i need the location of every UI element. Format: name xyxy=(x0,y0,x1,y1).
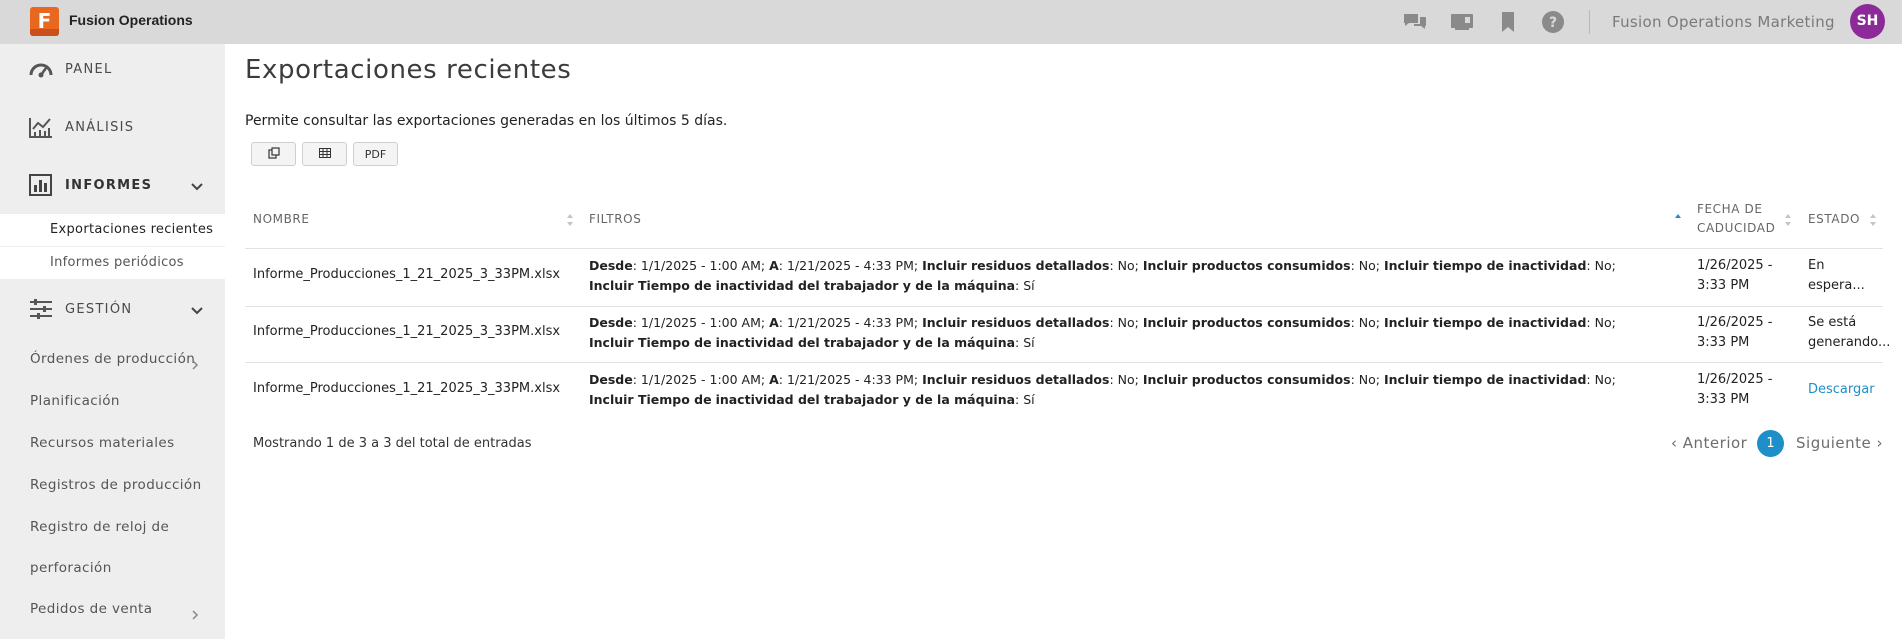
pagination-page-1[interactable]: 1 xyxy=(1757,430,1784,457)
chevron-left-icon: ‹ xyxy=(1671,434,1678,452)
pagination-next[interactable]: Siguiente › xyxy=(1796,434,1883,452)
sliders-icon xyxy=(28,297,54,321)
chevron-down-icon[interactable] xyxy=(190,179,204,193)
sort-icon[interactable] xyxy=(1869,212,1877,226)
organization-name[interactable]: Fusion Operations Marketing xyxy=(1612,13,1835,31)
sidebar-item-informes[interactable]: INFORMES xyxy=(0,160,225,212)
expiry-date: 1/26/2025 - 3:33 PM xyxy=(1697,315,1773,350)
status-text: Se está generando... xyxy=(1808,315,1891,350)
page-description: Permite consultar las exportaciones gene… xyxy=(245,113,728,129)
sidebar-item-exportaciones-recientes[interactable]: Exportaciones recientes xyxy=(0,214,225,246)
table-divider xyxy=(245,248,1883,249)
fusion-logo[interactable]: F xyxy=(30,7,59,36)
chevron-right-icon xyxy=(190,605,200,620)
file-name: Informe_Producciones_1_21_2025_3_33PM.xl… xyxy=(253,324,561,339)
sidebar-item-label: GESTIÓN xyxy=(65,302,133,317)
copy-button[interactable] xyxy=(251,142,296,166)
sidebar-item-gestion[interactable]: GESTIÓN xyxy=(0,284,225,336)
app-name: Fusion Operations xyxy=(69,12,193,28)
sort-icon[interactable] xyxy=(566,212,574,226)
status-text: En espera... xyxy=(1808,258,1865,293)
table-divider xyxy=(245,362,1883,363)
sidebar-item-recursos-materiales[interactable]: Recursos materiales xyxy=(30,435,175,451)
report-chart-icon xyxy=(28,173,54,197)
sort-asc-icon[interactable] xyxy=(1674,212,1682,226)
sidebar-item-informes-periodicos[interactable]: Informes periódicos xyxy=(0,247,225,279)
chevron-right-icon: › xyxy=(1876,434,1884,452)
sidebar-item-label: INFORMES xyxy=(65,178,153,193)
chevron-down-icon[interactable] xyxy=(190,303,204,317)
expiry-date: 1/26/2025 - 3:33 PM xyxy=(1697,372,1773,407)
column-header-filters[interactable]: FILTROS xyxy=(589,210,641,229)
table-divider xyxy=(245,306,1883,307)
sidebar-item-label: ANÁLISIS xyxy=(65,120,135,135)
presentation-icon[interactable] xyxy=(1450,10,1474,34)
excel-button[interactable] xyxy=(302,142,347,166)
copy-icon xyxy=(267,146,280,162)
gauge-icon xyxy=(28,57,54,81)
filters-text: Desde: 1/1/2025 - 1:00 AM; A: 1/21/2025 … xyxy=(589,372,1616,407)
chevron-right-icon xyxy=(190,355,200,370)
sidebar-item-pedidos-venta[interactable]: Pedidos de venta xyxy=(30,601,152,617)
sidebar-item-label: PANEL xyxy=(65,62,113,77)
sidebar-item-panel[interactable]: PANEL xyxy=(0,44,225,96)
filters-text: Desde: 1/1/2025 - 1:00 AM; A: 1/21/2025 … xyxy=(589,315,1616,350)
download-link[interactable]: Descargar xyxy=(1808,380,1875,400)
file-name: Informe_Producciones_1_21_2025_3_33PM.xl… xyxy=(253,267,561,282)
column-header-state[interactable]: ESTADO xyxy=(1808,210,1860,229)
expiry-date: 1/26/2025 - 3:33 PM xyxy=(1697,258,1773,293)
filters-text: Desde: 1/1/2025 - 1:00 AM; A: 1/21/2025 … xyxy=(589,258,1616,293)
sort-icon[interactable] xyxy=(1784,212,1792,226)
sidebar-subitem-label: Informes periódicos xyxy=(50,255,184,270)
chat-icon[interactable] xyxy=(1403,10,1427,34)
column-header-expiry[interactable]: FECHA DE CADUCIDAD xyxy=(1697,200,1775,238)
sidebar-item-registro-reloj-cont[interactable]: perforación xyxy=(30,560,112,576)
table-icon xyxy=(318,147,331,161)
page-title: Exportaciones recientes xyxy=(245,55,572,85)
pdf-button[interactable]: PDF xyxy=(353,142,398,166)
topbar-divider xyxy=(1589,10,1590,34)
help-icon[interactable]: ? xyxy=(1541,10,1565,34)
avatar[interactable]: SH xyxy=(1850,4,1885,39)
analytics-icon xyxy=(28,115,54,139)
sidebar-item-planificacion[interactable]: Planificación xyxy=(30,393,120,409)
column-header-name[interactable]: NOMBRE xyxy=(253,210,310,229)
sidebar-item-registros-produccion[interactable]: Registros de producción xyxy=(30,477,202,493)
sidebar: PANEL ANÁLISIS INFORMES Exportaciones re… xyxy=(0,44,225,639)
pagination-previous[interactable]: ‹ Anterior xyxy=(1671,434,1747,452)
entries-info: Mostrando 1 de 3 a 3 del total de entrad… xyxy=(253,436,532,451)
sidebar-item-ordenes-produccion[interactable]: Órdenes de producción xyxy=(30,351,195,367)
sidebar-subitem-label: Exportaciones recientes xyxy=(50,222,214,237)
file-name: Informe_Producciones_1_21_2025_3_33PM.xl… xyxy=(253,381,561,396)
top-bar: F Fusion Operations ? Fusion Operations … xyxy=(0,0,1902,44)
svg-text:?: ? xyxy=(1549,15,1557,31)
bookmark-icon[interactable] xyxy=(1496,10,1520,34)
sidebar-item-registro-reloj[interactable]: Registro de reloj de xyxy=(30,519,169,535)
sidebar-item-analisis[interactable]: ANÁLISIS xyxy=(0,102,225,154)
